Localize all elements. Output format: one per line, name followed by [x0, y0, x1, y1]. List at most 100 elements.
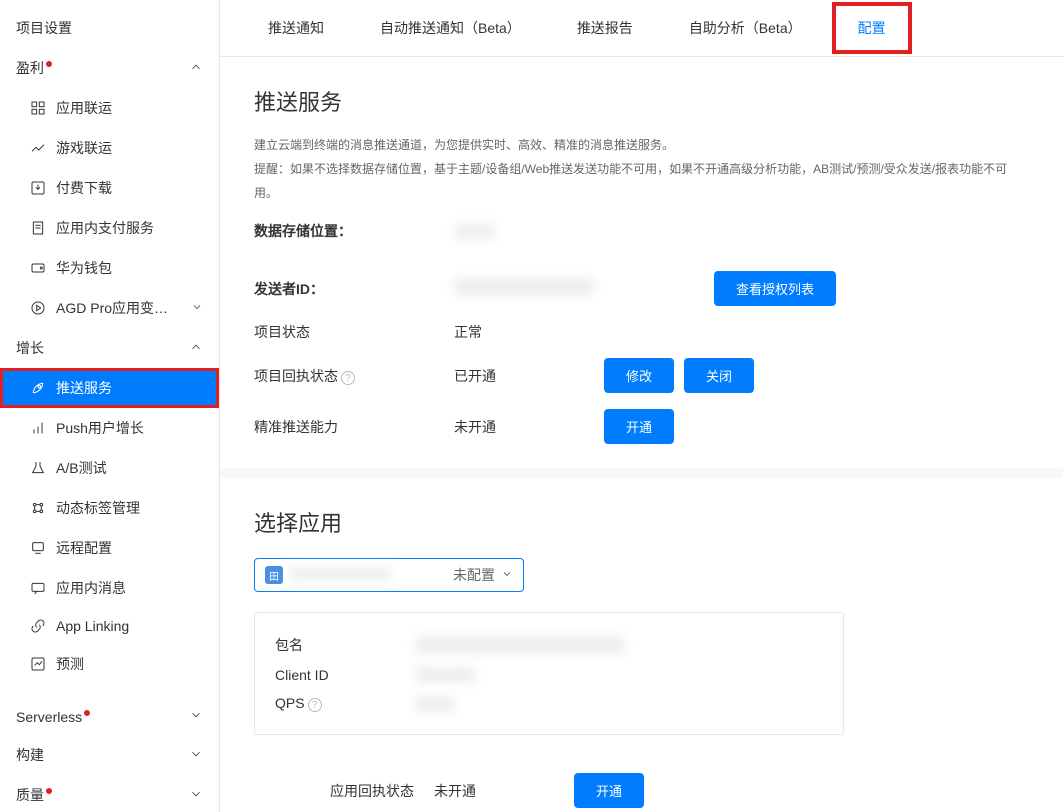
storage-label: 数据存储位置： [254, 221, 454, 241]
sidebar-item-label: 动态标签管理 [56, 498, 140, 518]
sidebar-item-label: A/B测试 [56, 458, 107, 478]
remote-icon [30, 540, 46, 556]
select-app-section: 选择应用 田 未配置 包名 Client ID QPS? 应用回执状态 未开通 [220, 478, 1063, 812]
section-title: 推送服务 [254, 85, 1029, 117]
sidebar-item-label: 付费下载 [56, 178, 112, 198]
sidebar-item-label: 预测 [56, 654, 84, 674]
sidebar-group-label: 构建 [16, 745, 44, 765]
sidebar-item-agd-pro[interactable]: AGD Pro应用变… [0, 288, 219, 328]
app-receipt-row: 应用回执状态 未开通 开通 [324, 759, 1029, 812]
sidebar-item-remote-config[interactable]: 远程配置 [0, 528, 219, 568]
sidebar-group-build[interactable]: 构建 [0, 735, 219, 775]
precise-push-value: 未开通 [454, 417, 604, 437]
client-id-value [415, 667, 475, 683]
chevron-down-icon [191, 300, 203, 316]
project-status-value: 正常 [454, 322, 604, 342]
predict-icon [30, 656, 46, 672]
tag-icon [30, 500, 46, 516]
sidebar-group-label: 质量 [16, 787, 44, 803]
red-dot-icon [46, 788, 52, 794]
app-dropdown[interactable]: 田 未配置 [254, 558, 524, 592]
growth-icon [30, 420, 46, 436]
sidebar-item-label: AGD Pro应用变… [56, 298, 168, 318]
rocket-icon [30, 380, 46, 396]
sidebar-item-label: 应用内消息 [56, 578, 126, 598]
sidebar-item-label: 应用内支付服务 [56, 218, 154, 238]
chevron-down-icon [189, 708, 203, 725]
enable-button[interactable]: 开通 [604, 409, 674, 444]
push-service-section: 推送服务 建立云端到终端的消息推送通道，为您提供实时、高效、精准的消息推送服务。… [220, 57, 1063, 478]
sidebar-item-game-joint[interactable]: 游戏联运 [0, 128, 219, 168]
sidebar-item-push-growth[interactable]: Push用户增长 [0, 408, 219, 448]
sidebar-item-label: 远程配置 [56, 538, 112, 558]
description-1: 建立云端到终端的消息推送通道，为您提供实时、高效、精准的消息推送服务。 [254, 133, 1029, 157]
package-name-value [415, 636, 625, 654]
app-info-card: 包名 Client ID QPS? [254, 612, 844, 735]
sidebar-item-app-joint[interactable]: 应用联运 [0, 88, 219, 128]
sidebar-group-profit[interactable]: 盈利 [0, 48, 219, 88]
chart-icon [30, 140, 46, 156]
tab-push-notification[interactable]: 推送通知 [240, 0, 352, 56]
chevron-down-icon [189, 787, 203, 804]
tab-config[interactable]: 配置 [830, 0, 914, 56]
section-title: 选择应用 [254, 506, 1029, 538]
link-icon [30, 618, 46, 634]
sidebar-item-dynamic-tag[interactable]: 动态标签管理 [0, 488, 219, 528]
sender-label: 发送者ID： [254, 279, 454, 299]
tab-push-report[interactable]: 推送报告 [549, 0, 661, 56]
main-content: 推送通知 自动推送通知（Beta） 推送报告 自助分析（Beta） 配置 推送服… [220, 0, 1063, 812]
chevron-up-icon [189, 340, 203, 357]
sidebar-group-quality[interactable]: 质量 [0, 775, 219, 812]
chevron-down-icon [189, 747, 203, 764]
package-name-label: 包名 [275, 635, 415, 655]
sidebar-item-label: 游戏联运 [56, 138, 112, 158]
view-auth-button[interactable]: 查看授权列表 [714, 271, 836, 306]
tab-self-analysis[interactable]: 自助分析（Beta） [661, 0, 830, 56]
sidebar-item-ab-test[interactable]: A/B测试 [0, 448, 219, 488]
flask-icon [30, 460, 46, 476]
sidebar-item-predict[interactable]: 预测 [0, 644, 219, 684]
enable-receipt-button[interactable]: 开通 [574, 773, 644, 808]
app-icon: 田 [265, 566, 283, 584]
storage-value [454, 223, 494, 239]
grid-icon [30, 100, 46, 116]
red-dot-icon [84, 710, 90, 716]
sidebar-item-in-app-msg[interactable]: 应用内消息 [0, 568, 219, 608]
qps-value [415, 696, 455, 712]
close-button[interactable]: 关闭 [684, 358, 754, 393]
sidebar-item-label: 应用联运 [56, 98, 112, 118]
receipt-status-label: 项目回执状态? [254, 366, 454, 386]
sidebar: 项目设置 盈利 应用联运 游戏联运 付费下载 应用内支付服务 华为钱包 AGD … [0, 0, 220, 812]
app-status-rows: 应用回执状态 未开通 开通 其他安卓推送 未开通 开通 自分类权益 未申请 申请 [324, 759, 1029, 812]
sidebar-item-label: Push用户增长 [56, 418, 144, 438]
sidebar-item-wallet[interactable]: 华为钱包 [0, 248, 219, 288]
description-2: 提醒：如果不选择数据存储位置，基于主题/设备组/Web推送发送功能不可用，如果不… [254, 157, 1029, 205]
sidebar-group-label: 盈利 [16, 60, 44, 76]
modify-button[interactable]: 修改 [604, 358, 674, 393]
help-icon[interactable]: ? [341, 371, 355, 385]
sidebar-group-serverless[interactable]: Serverless [0, 698, 219, 735]
receipt-status-value: 已开通 [454, 366, 604, 386]
help-icon[interactable]: ? [308, 698, 322, 712]
sidebar-item-push-service[interactable]: 推送服务 [0, 368, 219, 408]
app-name-value [291, 567, 391, 581]
sender-value [454, 278, 594, 296]
app-receipt-value: 未开通 [434, 781, 574, 801]
message-icon [30, 580, 46, 596]
sidebar-title: 项目设置 [0, 0, 219, 48]
sidebar-group-label: 增长 [16, 338, 44, 358]
project-status-label: 项目状态 [254, 322, 454, 342]
sidebar-item-paid-download[interactable]: 付费下载 [0, 168, 219, 208]
sidebar-item-label: 华为钱包 [56, 258, 112, 278]
sidebar-group-growth[interactable]: 增长 [0, 328, 219, 368]
app-receipt-label: 应用回执状态 [324, 781, 414, 801]
sidebar-item-app-linking[interactable]: App Linking [0, 608, 219, 644]
sidebar-item-label: 推送服务 [56, 378, 112, 398]
sidebar-group-label: Serverless [16, 709, 82, 725]
sidebar-item-iap[interactable]: 应用内支付服务 [0, 208, 219, 248]
precise-push-label: 精准推送能力 [254, 417, 454, 437]
wallet-icon [30, 260, 46, 276]
tab-auto-push[interactable]: 自动推送通知（Beta） [352, 0, 549, 56]
chevron-up-icon [189, 60, 203, 77]
play-icon [30, 300, 46, 316]
